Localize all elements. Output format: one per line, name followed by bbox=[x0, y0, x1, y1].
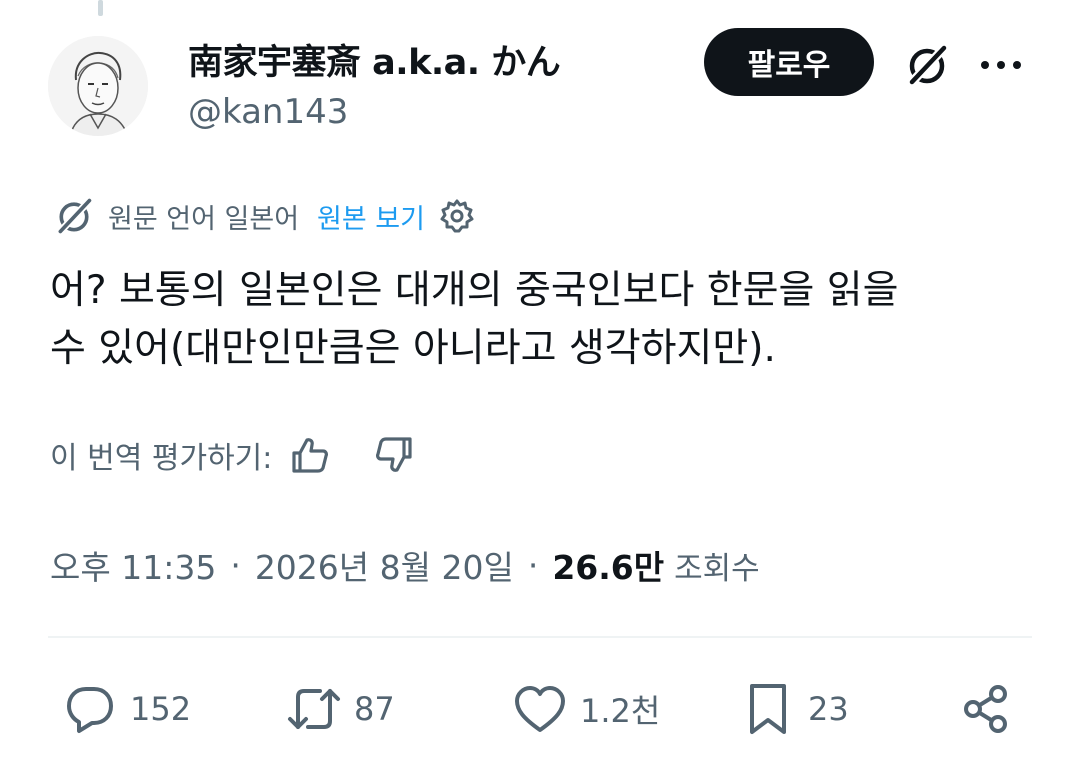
grok-icon bbox=[907, 43, 949, 87]
reply-button[interactable]: 152 bbox=[62, 680, 191, 738]
bookmark-button[interactable]: 23 bbox=[740, 680, 849, 738]
repost-button[interactable]: 87 bbox=[286, 680, 395, 738]
share-button[interactable] bbox=[958, 680, 1014, 738]
like-icon bbox=[512, 681, 568, 737]
show-original-link[interactable]: 원본 보기 bbox=[317, 197, 425, 236]
tweet-date[interactable]: 2026년 8월 20일 bbox=[255, 541, 514, 589]
rating-label: 이 번역 평가하기: bbox=[50, 441, 273, 476]
repost-count: 87 bbox=[354, 690, 395, 728]
tweet-meta: 오후 11:35 · 2026년 8월 20일 · 26.6만 조회수 bbox=[50, 540, 760, 590]
repost-icon bbox=[286, 681, 342, 737]
bookmark-count: 23 bbox=[808, 690, 849, 728]
reply-icon bbox=[62, 681, 118, 737]
views-count[interactable]: 26.6만 bbox=[552, 541, 664, 589]
tweet-text-line: 어? 보통의 일본인은 대개의 중국인보다 한문을 읽을 bbox=[50, 268, 899, 313]
thumbs-up-icon[interactable] bbox=[286, 431, 334, 479]
share-icon bbox=[958, 681, 1014, 737]
grok-button[interactable] bbox=[900, 38, 954, 92]
thumbs-down-icon[interactable] bbox=[370, 431, 418, 479]
bookmark-icon bbox=[740, 681, 796, 737]
translate-icon bbox=[52, 194, 96, 238]
author-display-name[interactable]: 南家宇塞斎 a.k.a. かん bbox=[188, 34, 561, 85]
tweet-header: 南家宇塞斎 a.k.a. かん @kan143 팔로우 bbox=[48, 28, 1038, 148]
avatar-portrait-icon bbox=[48, 36, 148, 136]
like-count: 1.2천 bbox=[580, 692, 661, 730]
follow-button[interactable]: 팔로우 bbox=[704, 28, 874, 96]
more-icon bbox=[981, 61, 1021, 69]
more-options-button[interactable] bbox=[974, 38, 1028, 92]
views-label: 조회수 bbox=[674, 550, 760, 587]
tweet-text-line: 수 있어(대만인만큼은 아니라고 생각하지만). bbox=[50, 326, 776, 371]
like-button[interactable]: 1.2천 bbox=[512, 680, 660, 738]
meta-separator: · bbox=[230, 545, 241, 585]
translation-bar: 원문 언어 일본어 원본 보기 bbox=[52, 194, 477, 238]
thread-connector-line bbox=[98, 0, 103, 16]
reply-count: 152 bbox=[130, 690, 192, 728]
divider bbox=[48, 636, 1032, 638]
gear-icon[interactable] bbox=[437, 196, 477, 236]
tweet-time[interactable]: 오후 11:35 bbox=[50, 541, 216, 589]
avatar[interactable] bbox=[48, 36, 148, 136]
meta-separator: · bbox=[527, 545, 539, 585]
tweet-text: 어? 보통의 일본인은 대개의 중국인보다 한문을 읽을 수 있어(대만인만큼은… bbox=[50, 262, 1030, 378]
translation-rating: 이 번역 평가하기: bbox=[50, 430, 418, 480]
author-handle[interactable]: @kan143 bbox=[188, 92, 348, 132]
translation-source-label: 원문 언어 일본어 bbox=[108, 203, 300, 235]
